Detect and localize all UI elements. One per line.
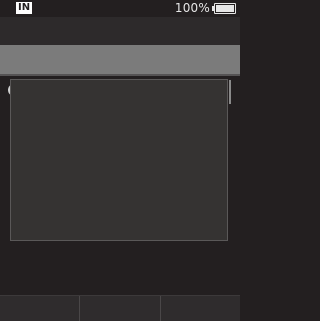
battery-tip bbox=[212, 6, 214, 11]
softkey-center[interactable] bbox=[79, 296, 159, 321]
battery-icon bbox=[212, 3, 236, 14]
softkey-bar bbox=[0, 295, 240, 321]
title-bar bbox=[0, 17, 240, 45]
softkey-right[interactable] bbox=[159, 296, 240, 321]
highlight-band bbox=[0, 45, 240, 74]
input-mode-indicator: IN bbox=[16, 2, 33, 14]
battery-fill bbox=[216, 5, 234, 12]
band-divider bbox=[0, 74, 240, 76]
battery-percentage: 100% bbox=[174, 1, 210, 15]
softkey-left[interactable] bbox=[0, 296, 79, 321]
content-panel[interactable] bbox=[10, 79, 228, 241]
scroll-indicator[interactable] bbox=[229, 80, 231, 104]
status-bar: IN 100% bbox=[0, 0, 240, 17]
